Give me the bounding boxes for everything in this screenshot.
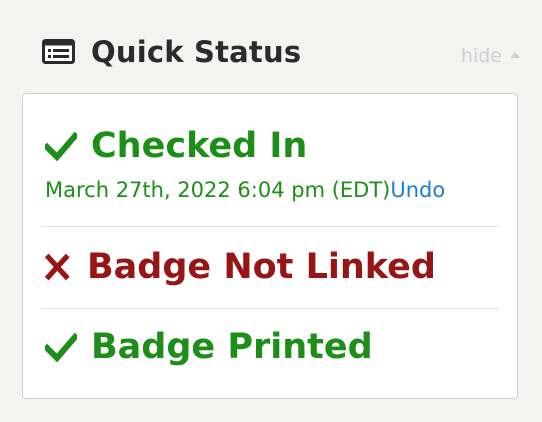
panel-header: Quick Status hide [42, 32, 520, 74]
panel-title: Quick Status [91, 35, 302, 69]
hide-label: hide [460, 45, 502, 67]
status-item-checked-in: Checked In [45, 124, 307, 168]
status-label: Checked In [91, 126, 308, 166]
divider [41, 226, 499, 227]
quick-status-page: Quick Status hide Checked In March 27th,… [0, 0, 542, 422]
checkmark-icon [45, 332, 77, 362]
caret-up-icon [510, 52, 520, 58]
checked-in-detail: March 27th, 2022 6:04 pm (EDT)Undo [45, 178, 445, 202]
x-icon [45, 253, 70, 281]
status-item-badge-printed: Badge Printed [45, 325, 373, 369]
list-window-icon [42, 39, 75, 64]
checkmark-icon [45, 131, 77, 161]
status-item-badge-not-linked: Badge Not Linked [45, 245, 436, 289]
status-label: Badge Printed [91, 327, 373, 367]
hide-toggle[interactable]: hide [461, 44, 520, 68]
status-card: Checked In March 27th, 2022 6:04 pm (EDT… [22, 93, 518, 399]
status-label: Badge Not Linked [87, 247, 436, 287]
undo-link[interactable]: Undo [390, 178, 445, 202]
checked-in-timestamp: March 27th, 2022 6:04 pm (EDT) [45, 178, 391, 202]
divider [41, 308, 499, 309]
